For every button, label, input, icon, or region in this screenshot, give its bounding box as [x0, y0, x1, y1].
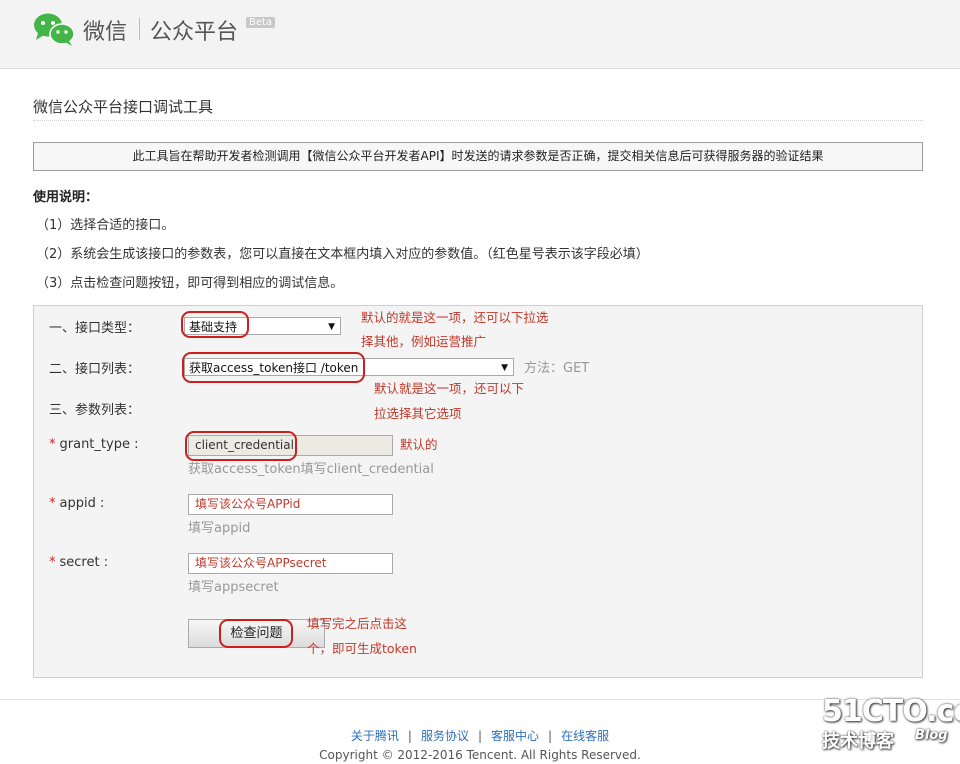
- grant-type-hint: 获取access_token填写client_credential: [188, 462, 434, 477]
- watermark-blog: Blog: [915, 728, 948, 743]
- notice-box: 此工具旨在帮助开发者检测调用【微信公众平台开发者API】时发送的请求参数是否正确…: [33, 142, 923, 171]
- footer-links: 关于腾讯 | 服务协议 | 客服中心 | 在线客服: [350, 729, 610, 743]
- annotation-grant: 默认的: [400, 437, 438, 452]
- dropdown-arrow-icon: ▼: [501, 363, 508, 373]
- usage-step-1: （1）选择合适的接口。: [36, 218, 175, 233]
- annotation-type-2: 择其他，例如运营推广: [361, 334, 487, 349]
- footer-divider: [0, 699, 960, 700]
- api-type-label: 一、接口类型：: [49, 321, 141, 336]
- usage-step-3: （3）点击检查问题按钮，即可得到相应的调试信息。: [36, 276, 344, 291]
- footer-link-about[interactable]: 关于腾讯: [351, 729, 399, 743]
- dropdown-arrow-icon: ▼: [328, 322, 335, 332]
- beta-badge: Beta: [246, 17, 276, 28]
- annotation-type-1: 默认的就是这一项，还可以下拉选: [361, 310, 549, 325]
- top-header: [0, 0, 960, 69]
- watermark-subtitle: 技术博客: [822, 731, 894, 752]
- highlight-circle: [182, 352, 365, 383]
- api-list-label: 二、接口列表：: [49, 362, 141, 377]
- copyright: Copyright © 2012-2016 Tencent. All Right…: [319, 748, 641, 762]
- annotation-list-1: 默认就是这一项，还可以下: [374, 381, 525, 396]
- title-divider: [33, 120, 923, 121]
- annotation-list-2: 拉选择其它选项: [374, 406, 462, 421]
- usage-step-2: （2）系统会生成该接口的参数表，您可以直接在文本框内填入对应的参数值。（红色星号…: [36, 247, 649, 262]
- appid-input[interactable]: 填写该公众号APPid: [188, 494, 393, 515]
- brand-name[interactable]: 微信: [83, 14, 127, 46]
- footer-link-support[interactable]: 客服中心: [491, 729, 539, 743]
- secret-label: * secret :: [49, 555, 109, 570]
- highlight-circle: [219, 619, 293, 648]
- secret-hint: 填写appsecret: [188, 580, 279, 595]
- wechat-logo-icon: [34, 13, 75, 46]
- brand-subtitle[interactable]: 公众平台: [150, 14, 238, 46]
- footer-link-online-service[interactable]: 在线客服: [561, 729, 609, 743]
- annotation-submit-1: 填写完之后点击这: [307, 616, 408, 631]
- params-label: 三、参数列表：: [49, 403, 141, 418]
- brand-divider: [139, 18, 140, 40]
- usage-title: 使用说明：: [33, 190, 99, 205]
- required-star: *: [49, 555, 56, 570]
- required-star: *: [49, 496, 56, 511]
- highlight-circle: [181, 311, 249, 338]
- grant-type-label: * grant_type :: [49, 437, 139, 452]
- http-method: 方法：GET: [524, 361, 590, 376]
- page-title: 微信公众平台接口调试工具: [33, 98, 214, 116]
- watermark-logo: 51CTO.com: [822, 694, 960, 729]
- footer-link-terms[interactable]: 服务协议: [421, 729, 469, 743]
- secret-input[interactable]: 填写该公众号APPsecret: [188, 553, 393, 574]
- annotation-submit-2: 个，即可生成token: [307, 641, 417, 656]
- appid-label: * appid :: [49, 496, 105, 511]
- required-star: *: [49, 437, 56, 452]
- highlight-circle: [185, 431, 297, 461]
- appid-hint: 填写appid: [188, 521, 251, 536]
